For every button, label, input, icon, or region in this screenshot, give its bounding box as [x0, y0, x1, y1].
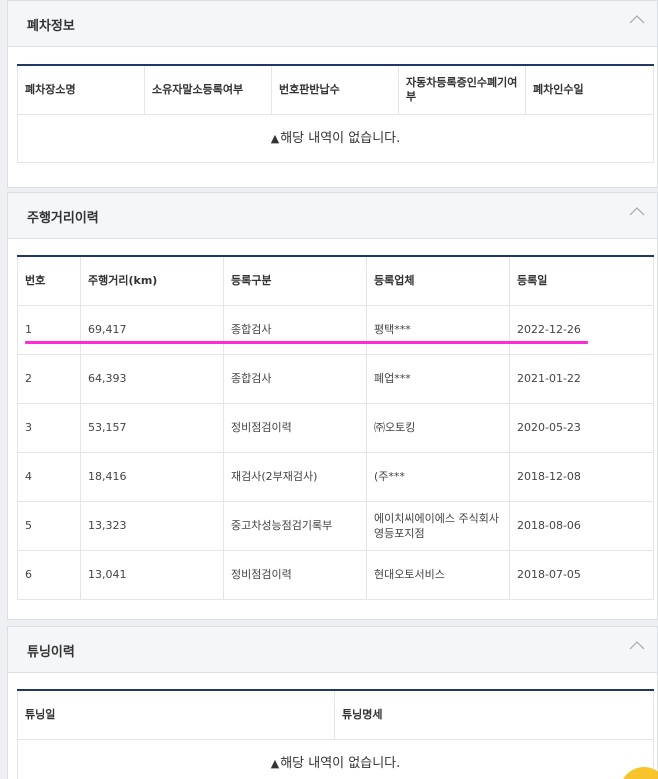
warning-triangle-icon: ▲: [270, 756, 280, 770]
row-date: 2018-07-05: [509, 550, 654, 600]
mileage-col-no: 번호: [17, 256, 81, 306]
scrap-info-panel: 폐차정보 폐차장소명 소유자말소등록여부 번호판반납수 자동차등록증인수폐기여부…: [7, 0, 658, 188]
row-date: 2018-08-06: [509, 501, 654, 551]
row-distance: 18,416: [80, 452, 224, 502]
tuning-col-date: 튜닝일: [17, 690, 335, 740]
tuning-col-detail: 튜닝명세: [334, 690, 654, 740]
row-date: 2021-01-22: [509, 354, 654, 404]
row-date: 2022-12-26: [509, 305, 654, 355]
mileage-col-company: 등록업체: [366, 256, 510, 306]
warning-triangle-icon: ▲: [270, 131, 280, 145]
mileage-history-table: 번호 주행거리(km) 등록구분 등록업체 등록일 1 69,417 종합검사 …: [17, 255, 654, 600]
row-no: 6: [17, 550, 81, 600]
mileage-history-header[interactable]: 주행거리이력: [8, 193, 657, 239]
row-no: 4: [17, 452, 81, 502]
chevron-up-icon[interactable]: [629, 639, 645, 651]
row-type: 재검사(2부재검사): [223, 452, 367, 502]
row-no: 3: [17, 403, 81, 453]
chevron-up-icon[interactable]: [629, 13, 645, 25]
row-company: 평택***: [366, 305, 510, 355]
tuning-history-panel: 튜닝이력 튜닝일 튜닝명세 ▲해당 내역이 없습니다.: [7, 626, 658, 779]
row-company: ㈜오토킹: [366, 403, 510, 453]
scrap-empty-message: 해당 내역이 없습니다.: [280, 130, 401, 146]
scrap-col-date: 폐차인수일: [525, 65, 654, 115]
table-row: 2 64,393 종합검사 폐업*** 2021-01-22: [17, 354, 654, 404]
tuning-history-table: 튜닝일 튜닝명세 ▲해당 내역이 없습니다.: [17, 689, 654, 779]
row-type: 정비점검이력: [223, 403, 367, 453]
table-row: 5 13,323 중고차성능점검기록부 에이치씨에이에스 주식회사 영등포지점 …: [17, 501, 654, 551]
row-company: 에이치씨에이에스 주식회사 영등포지점: [366, 501, 510, 551]
scrap-info-table: 폐차장소명 소유자말소등록여부 번호판반납수 자동차등록증인수폐기여부 폐차인수…: [17, 64, 654, 163]
scrap-col-place: 폐차장소명: [17, 65, 145, 115]
tuning-history-header[interactable]: 튜닝이력: [8, 627, 657, 673]
scrap-empty-row: ▲해당 내역이 없습니다.: [17, 114, 654, 163]
tuning-history-title: 튜닝이력: [27, 645, 75, 660]
table-row: 4 18,416 재검사(2부재검사) (주*** 2018-12-08: [17, 452, 654, 502]
row-type: 종합검사: [223, 305, 367, 355]
scrap-col-deregistration: 소유자말소등록여부: [144, 65, 272, 115]
table-row: 6 13,041 정비점검이력 현대오토서비스 2018-07-05: [17, 550, 654, 600]
scrap-col-certificate: 자동차등록증인수폐기여부: [398, 65, 526, 115]
tuning-empty-message: 해당 내역이 없습니다.: [280, 755, 401, 771]
scrap-col-plate-return: 번호판반납수: [271, 65, 399, 115]
row-distance: 64,393: [80, 354, 224, 404]
row-company: 폐업***: [366, 354, 510, 404]
row-no: 1: [17, 305, 81, 355]
row-company: (주***: [366, 452, 510, 502]
table-row: 1 69,417 종합검사 평택*** 2022-12-26: [17, 305, 654, 355]
row-date: 2020-05-23: [509, 403, 654, 453]
row-no: 5: [17, 501, 81, 551]
mileage-col-distance: 주행거리(km): [80, 256, 224, 306]
row-type: 중고차성능점검기록부: [223, 501, 367, 551]
mileage-col-date: 등록일: [509, 256, 654, 306]
scrap-info-title: 폐차정보: [27, 19, 75, 34]
row-date: 2018-12-08: [509, 452, 654, 502]
row-distance: 53,157: [80, 403, 224, 453]
row-company: 현대오토서비스: [366, 550, 510, 600]
row-distance: 13,323: [80, 501, 224, 551]
row-distance: 69,417: [80, 305, 224, 355]
mileage-history-panel: 주행거리이력 번호 주행거리(km) 등록구분 등록업체 등록일 1 69,41…: [7, 192, 658, 620]
row-distance: 13,041: [80, 550, 224, 600]
row-type: 종합검사: [223, 354, 367, 404]
chevron-up-icon[interactable]: [629, 205, 645, 217]
tuning-empty-row: ▲해당 내역이 없습니다.: [17, 739, 654, 779]
mileage-history-title: 주행거리이력: [27, 211, 99, 226]
table-row: 3 53,157 정비점검이력 ㈜오토킹 2020-05-23: [17, 403, 654, 453]
row-highlight-annotation: [25, 341, 588, 344]
row-no: 2: [17, 354, 81, 404]
row-type: 정비점검이력: [223, 550, 367, 600]
mileage-col-type: 등록구분: [223, 256, 367, 306]
scrap-info-header[interactable]: 폐차정보: [8, 1, 657, 47]
